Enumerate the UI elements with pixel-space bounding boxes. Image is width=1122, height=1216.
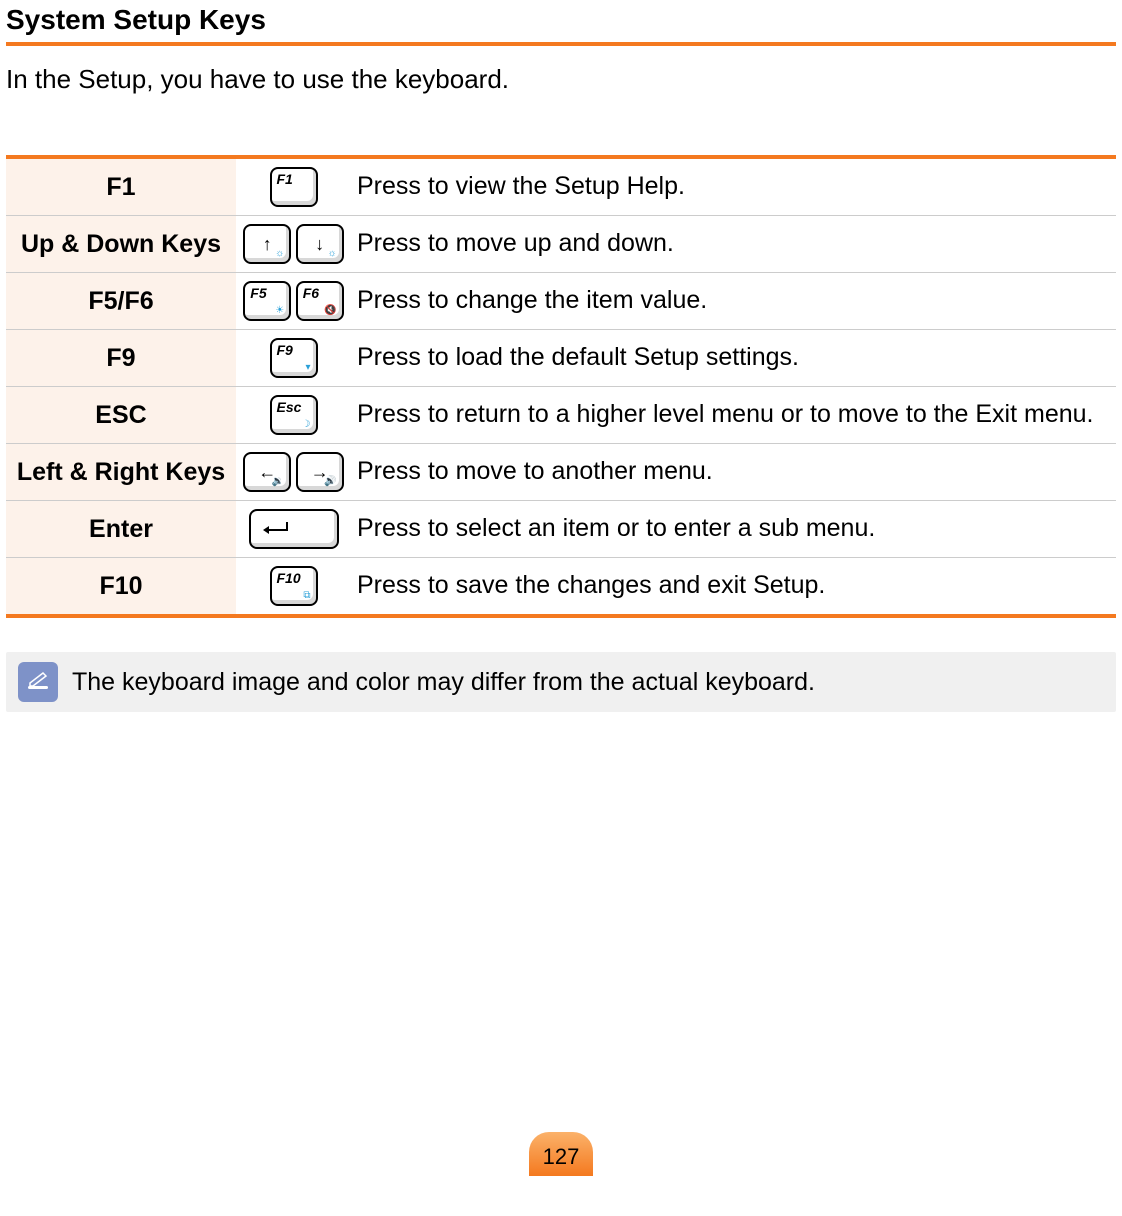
- table-row: F10 F10⧉ Press to save the changes and e…: [6, 558, 1116, 617]
- note-text: The keyboard image and color may differ …: [72, 668, 815, 697]
- note-icon: [18, 662, 58, 702]
- key-label: ESC: [6, 387, 236, 444]
- table-row: Up & Down Keys ↑☼ ↓☼ Press to move up an…: [6, 216, 1116, 273]
- key-icons: Esc☽: [236, 387, 351, 444]
- key-label: Up & Down Keys: [6, 216, 236, 273]
- key-description: Press to return to a higher level menu o…: [351, 387, 1116, 444]
- table-row: F5/F6 F5☀ F6🔇 Press to change the item v…: [6, 273, 1116, 330]
- keycap-f1-icon: F1: [270, 167, 318, 207]
- keycap-f9-icon: F9▾: [270, 338, 318, 378]
- page: System Setup Keys In the Setup, you have…: [0, 0, 1122, 1216]
- key-icons: F10⧉: [236, 558, 351, 617]
- page-number-container: 127: [6, 1132, 1116, 1176]
- key-label: Enter: [6, 501, 236, 558]
- keycap-f6-icon: F6🔇: [296, 281, 344, 321]
- key-label: Left & Right Keys: [6, 444, 236, 501]
- key-description: Press to change the item value.: [351, 273, 1116, 330]
- enter-arrow-icon: [259, 520, 289, 538]
- note-box: The keyboard image and color may differ …: [6, 652, 1116, 712]
- key-label: F5/F6: [6, 273, 236, 330]
- table-row: ESC Esc☽ Press to return to a higher lev…: [6, 387, 1116, 444]
- keycap-down-arrow-icon: ↓☼: [296, 224, 344, 264]
- key-description: Press to select an item or to enter a su…: [351, 501, 1116, 558]
- key-description: Press to load the default Setup settings…: [351, 330, 1116, 387]
- section-title: System Setup Keys: [6, 0, 1116, 46]
- key-icons: ↑☼ ↓☼: [236, 216, 351, 273]
- key-icons: [236, 501, 351, 558]
- key-icons: F5☀ F6🔇: [236, 273, 351, 330]
- keycap-enter-icon: [249, 509, 339, 549]
- page-number-badge: 127: [529, 1132, 593, 1176]
- keycap-up-arrow-icon: ↑☼: [243, 224, 291, 264]
- table-row: F9 F9▾ Press to load the default Setup s…: [6, 330, 1116, 387]
- key-description: Press to save the changes and exit Setup…: [351, 558, 1116, 617]
- keycap-right-arrow-icon: →🔊: [296, 452, 344, 492]
- table-row: Left & Right Keys ←🔉 →🔊 Press to move to…: [6, 444, 1116, 501]
- page-number: 127: [543, 1144, 580, 1170]
- key-icons: F9▾: [236, 330, 351, 387]
- keycap-f5-icon: F5☀: [243, 281, 291, 321]
- key-label: F1: [6, 157, 236, 216]
- keycap-esc-icon: Esc☽: [270, 395, 318, 435]
- keycap-left-arrow-icon: ←🔉: [243, 452, 291, 492]
- key-description: Press to view the Setup Help.: [351, 157, 1116, 216]
- pencil-icon: [25, 669, 51, 695]
- key-description: Press to move up and down.: [351, 216, 1116, 273]
- key-label: F10: [6, 558, 236, 617]
- keycap-f10-icon: F10⧉: [270, 566, 318, 606]
- key-description: Press to move to another menu.: [351, 444, 1116, 501]
- table-row: Enter Press to select an item or to ente…: [6, 501, 1116, 558]
- key-icons: F1: [236, 157, 351, 216]
- setup-keys-table: F1 F1 Press to view the Setup Help. Up &…: [6, 155, 1116, 618]
- key-icons: ←🔉 →🔊: [236, 444, 351, 501]
- intro-text: In the Setup, you have to use the keyboa…: [6, 46, 1116, 155]
- key-label: F9: [6, 330, 236, 387]
- table-row: F1 F1 Press to view the Setup Help.: [6, 157, 1116, 216]
